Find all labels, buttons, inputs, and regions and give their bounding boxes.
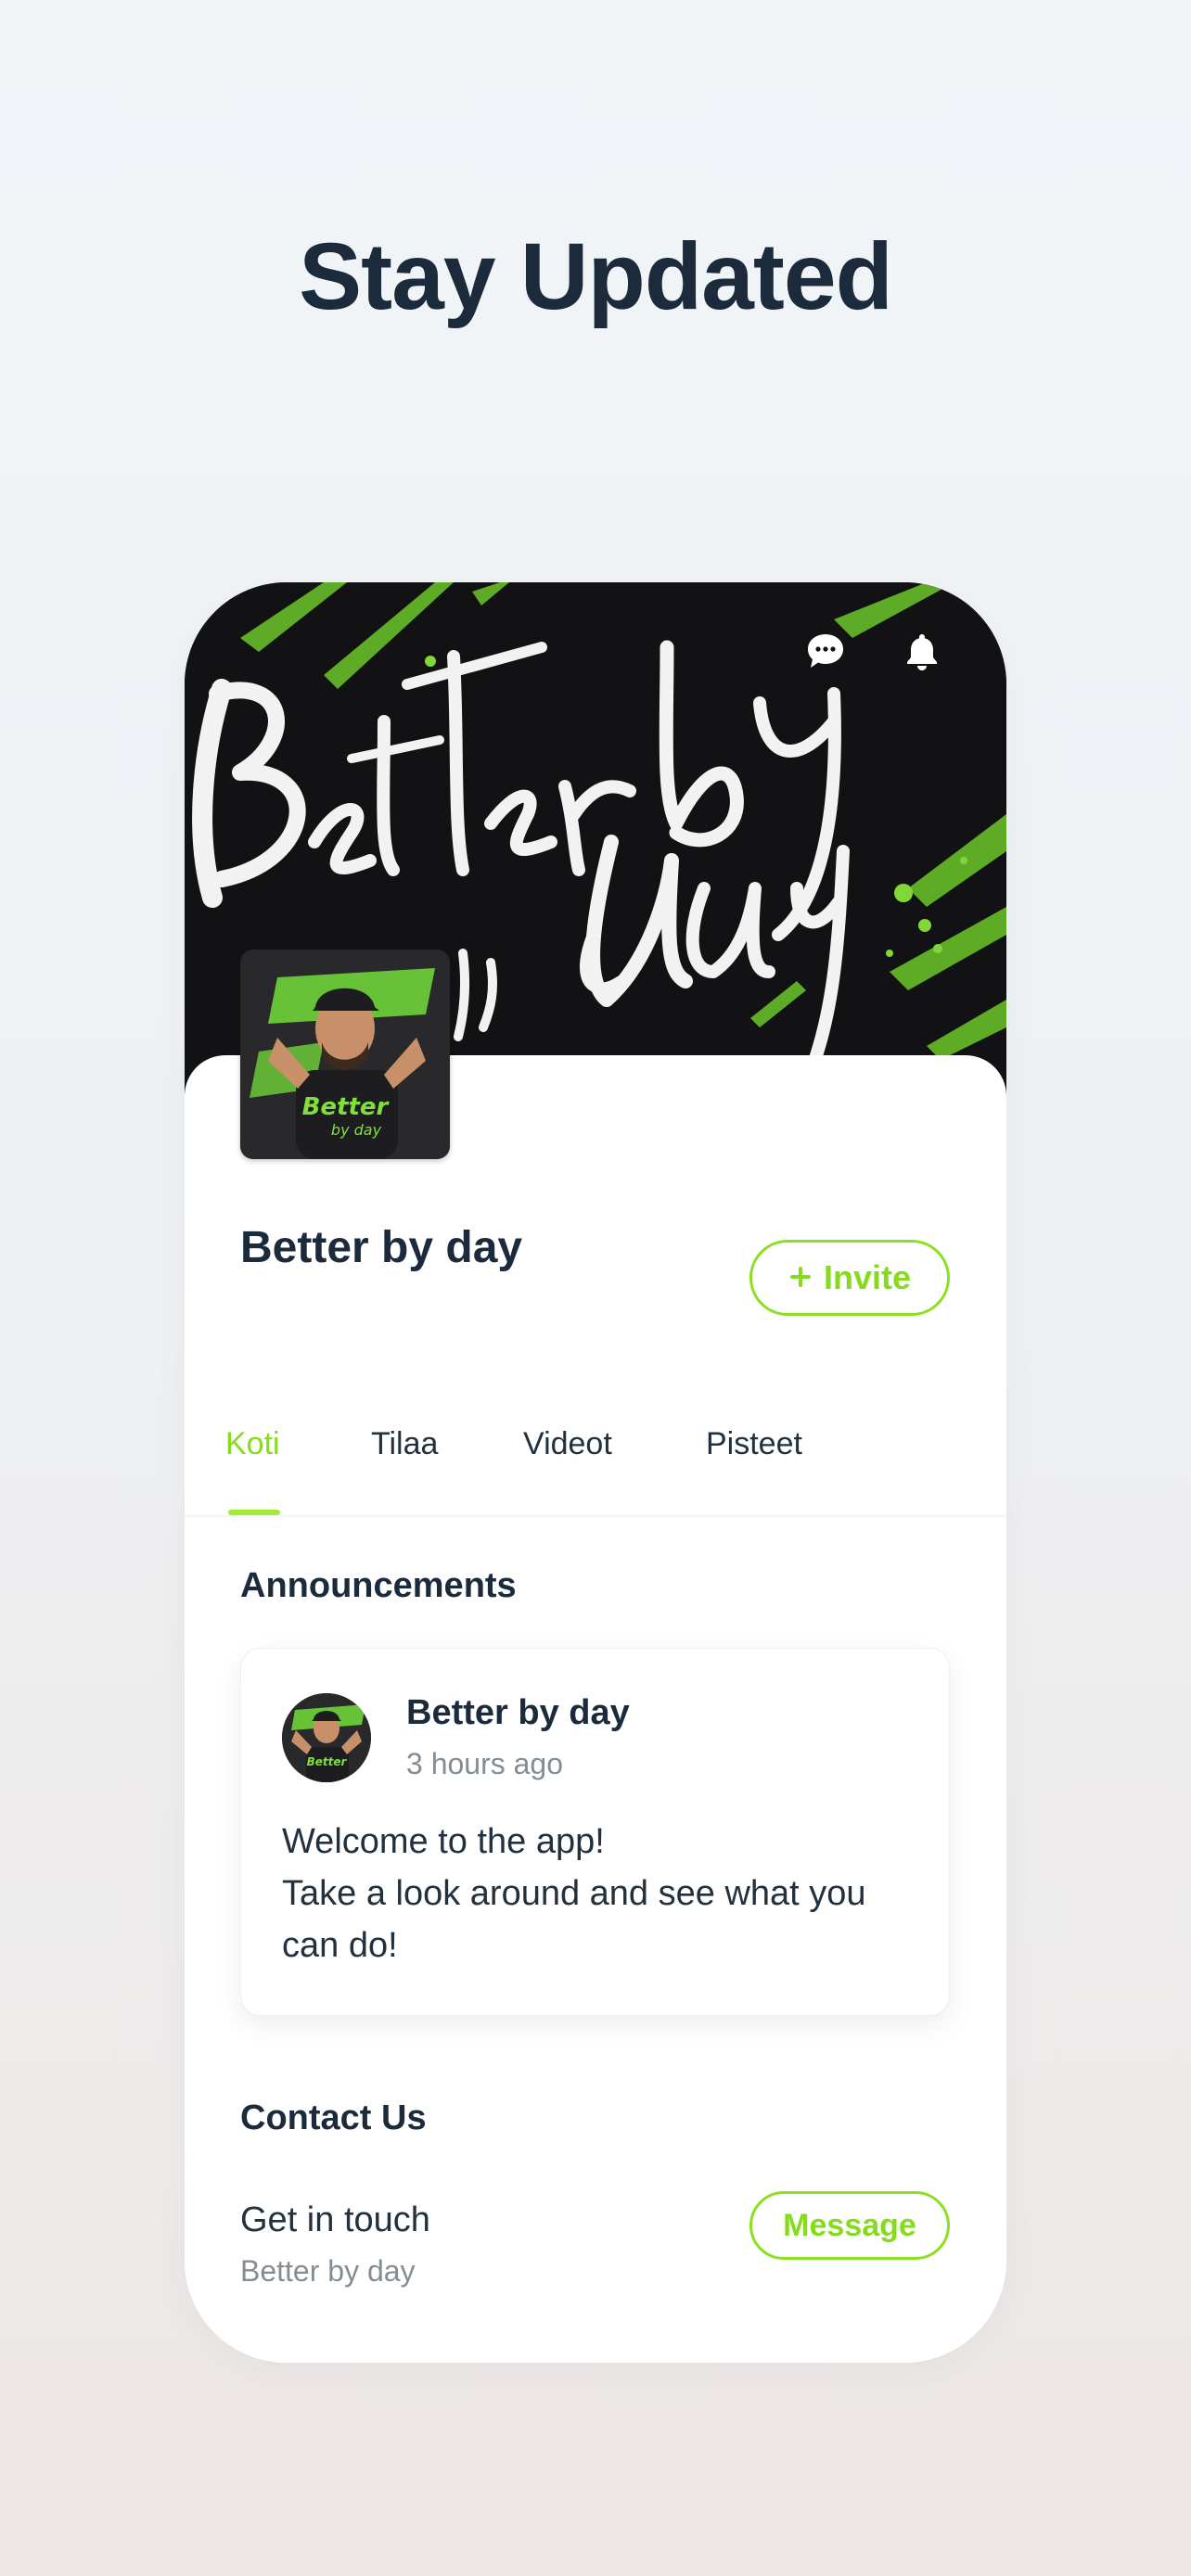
tab-pisteet[interactable]: Pisteet [706,1426,802,1462]
contact-subtitle: Better by day [240,2254,416,2288]
post-timestamp: 3 hours ago [406,1747,564,1780]
group-avatar-illustration: Better by day [240,950,450,1159]
message-button[interactable]: Message [749,2191,950,2260]
tab-label: Tilaa [371,1426,439,1461]
tab-koti[interactable]: Koti [225,1426,280,1462]
svg-text:by day: by day [331,1121,382,1139]
post-body-line: Welcome to the app! [282,1822,605,1861]
group-avatar: Better by day [240,950,450,1159]
group-title: Better by day [240,1223,523,1272]
tab-label: Videot [523,1426,612,1461]
invite-label: Invite [823,1258,912,1296]
page-headline: Stay Updated [299,223,893,329]
post-body-line: Take a look around and see what you [282,1874,866,1913]
announcement-card[interactable]: Better Better by day 3 hours ago Welcome… [240,1648,950,2016]
bell-icon[interactable] [901,631,947,677]
contact-title: Contact Us [240,2098,427,2137]
tabs-divider [185,1515,1006,1518]
author-avatar: Better [282,1693,371,1782]
plus-icon [788,1258,813,1297]
post-body-line: can do! [282,1926,398,1965]
contact-heading: Get in touch [240,2200,430,2239]
tab-label: Koti [225,1426,280,1461]
phone-screen: Better by day Better by day Invite Koti … [185,582,1006,2363]
svg-text:Better: Better [307,1755,348,1768]
post-author: Better by day [406,1693,630,1732]
tab-videot[interactable]: Videot [523,1426,612,1462]
announcements-title: Announcements [240,1566,517,1605]
invite-button[interactable]: Invite [749,1240,950,1316]
tab-tilaa[interactable]: Tilaa [371,1426,438,1462]
tab-label: Pisteet [706,1426,802,1461]
chat-bubble-icon[interactable] [804,631,851,677]
svg-text:Better: Better [302,1093,391,1121]
post-body: Welcome to the app! Take a look around a… [282,1816,922,1971]
message-label: Message [783,2207,916,2243]
